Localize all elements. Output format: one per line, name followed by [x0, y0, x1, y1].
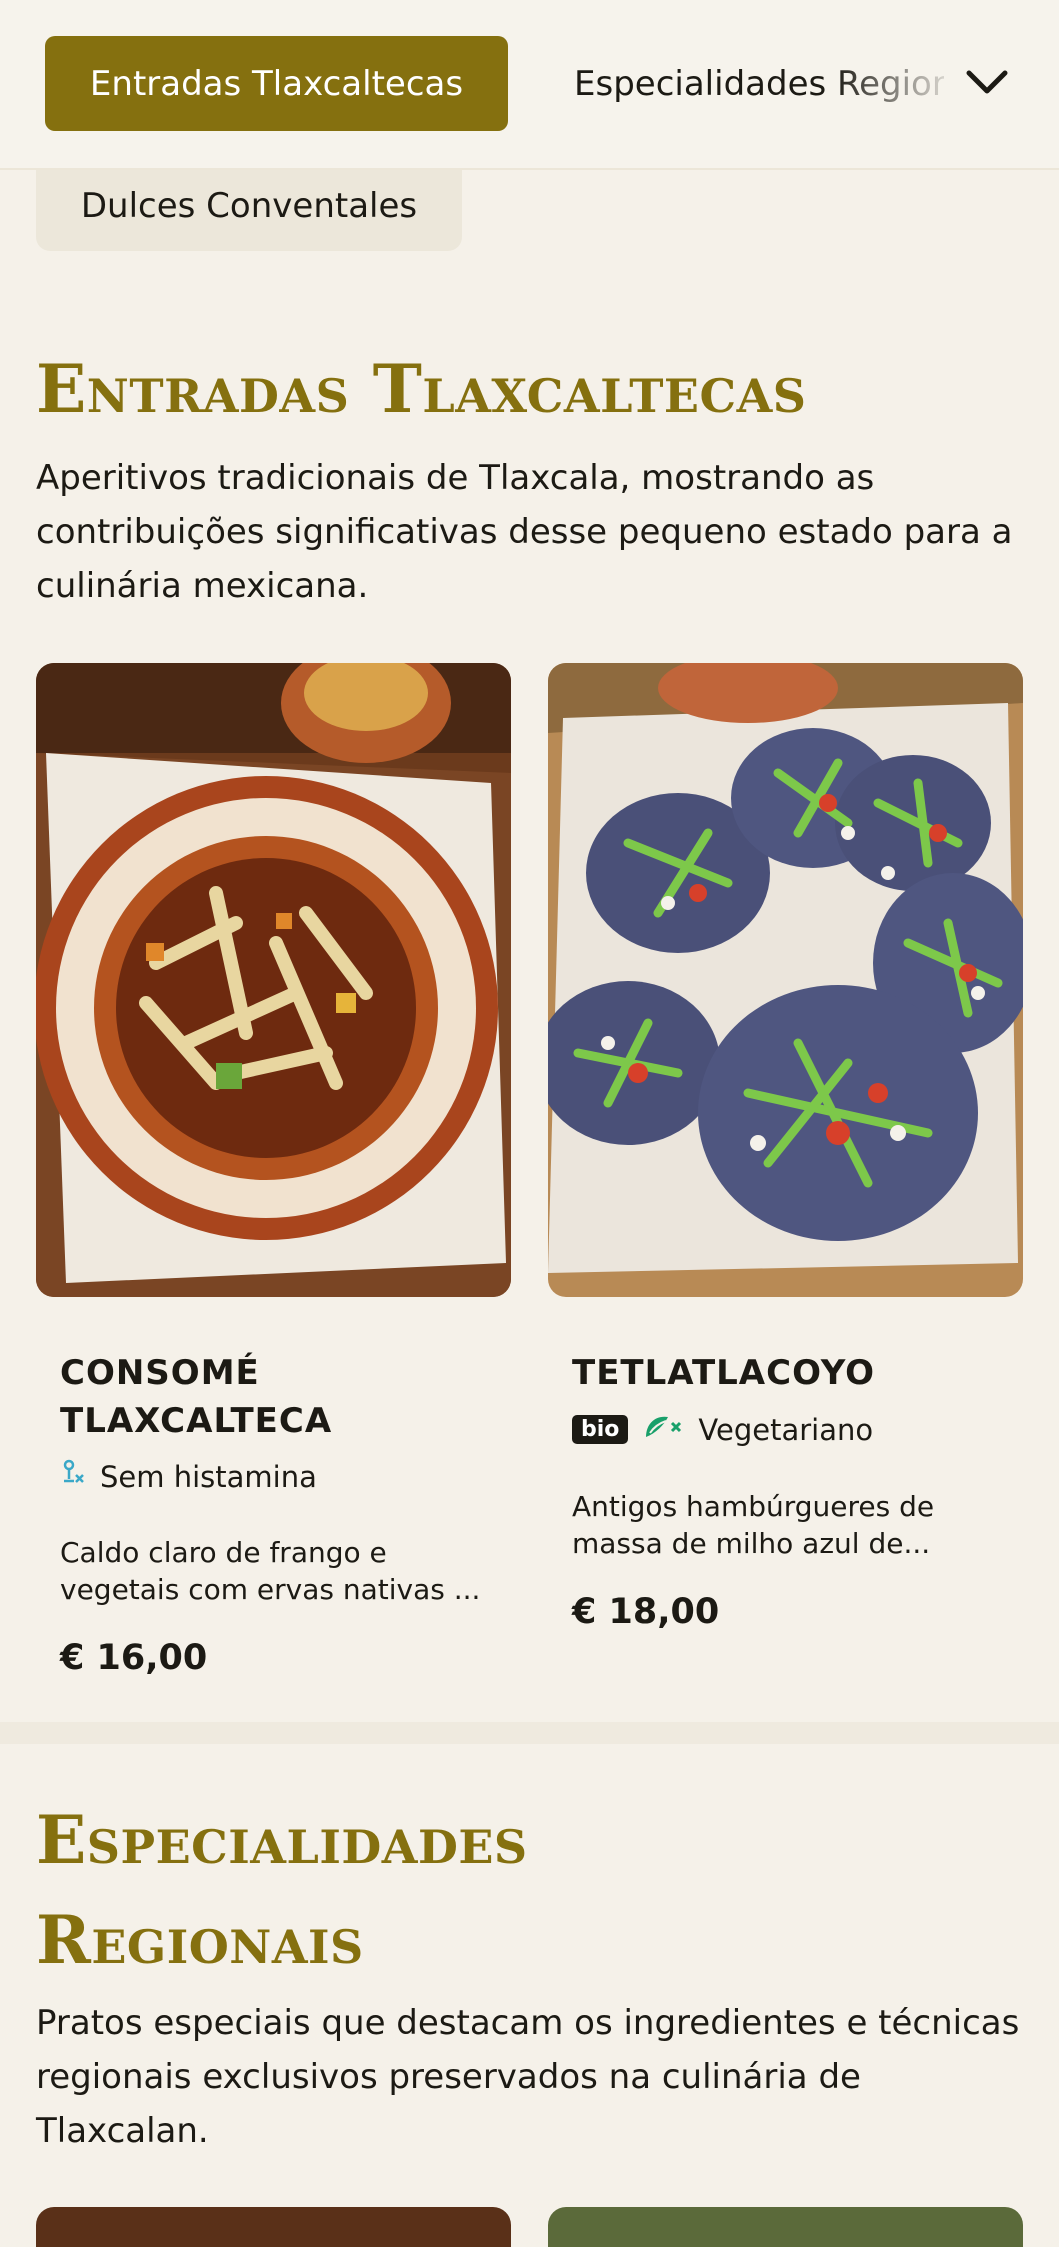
section-description: Aperitivos tradicionais de Tlaxcala, mos…	[36, 458, 1013, 606]
dish-photo	[548, 663, 1023, 1297]
menu-item-card[interactable]: CONSOMÉ TLAXCALTECA Sem histamina Caldo …	[36, 663, 511, 1678]
section-divider	[0, 1722, 1059, 1744]
section-title: Especialidades Regionais	[36, 1801, 528, 1979]
dish-name: TETLATLACOYO	[572, 1353, 876, 1393]
dish-description: Caldo claro de frango e vegetais com erv…	[60, 1536, 481, 1606]
dish-description: Antigos hambúrgueres de massa de milho a…	[572, 1490, 935, 1560]
category-nav: Entradas Tlaxcaltecas Especialidades Reg…	[0, 0, 1059, 170]
section-description: Pratos especiais que destacam os ingredi…	[36, 2003, 1020, 2151]
tab-dulces-conventales[interactable]: Dulces Conventales	[36, 160, 462, 251]
dish-photo	[548, 2207, 1023, 2247]
chevron-down-icon[interactable]	[962, 60, 1012, 106]
section-title: Entradas Tlaxcaltecas	[36, 350, 807, 428]
dish-name: CONSOMÉ TLAXCALTECA	[60, 1353, 333, 1441]
bio-badge: bio	[572, 1415, 629, 1444]
dish-photo	[36, 663, 511, 1297]
dish-price: € 18,00	[572, 1592, 720, 1632]
menu-item-card[interactable]: TETLATLACOYO bio Vegetariano Antigos ham…	[548, 663, 1023, 1632]
dietary-tag-label: Sem histamina	[100, 1459, 317, 1494]
tab-especialidades-regionais[interactable]: Especialidades Regionais	[574, 36, 944, 131]
tab-entradas-tlaxcaltecas[interactable]: Entradas Tlaxcaltecas	[45, 36, 508, 131]
dietary-tag: Sem histamina	[60, 1459, 487, 1494]
dish-price: € 16,00	[60, 1638, 208, 1678]
dietary-tag: bio Vegetariano	[572, 1411, 999, 1448]
dish-photo	[36, 2207, 511, 2247]
vegetarian-icon	[642, 1411, 684, 1448]
dietary-tag-label: Vegetariano	[698, 1412, 874, 1447]
histamine-free-icon	[60, 1459, 86, 1494]
